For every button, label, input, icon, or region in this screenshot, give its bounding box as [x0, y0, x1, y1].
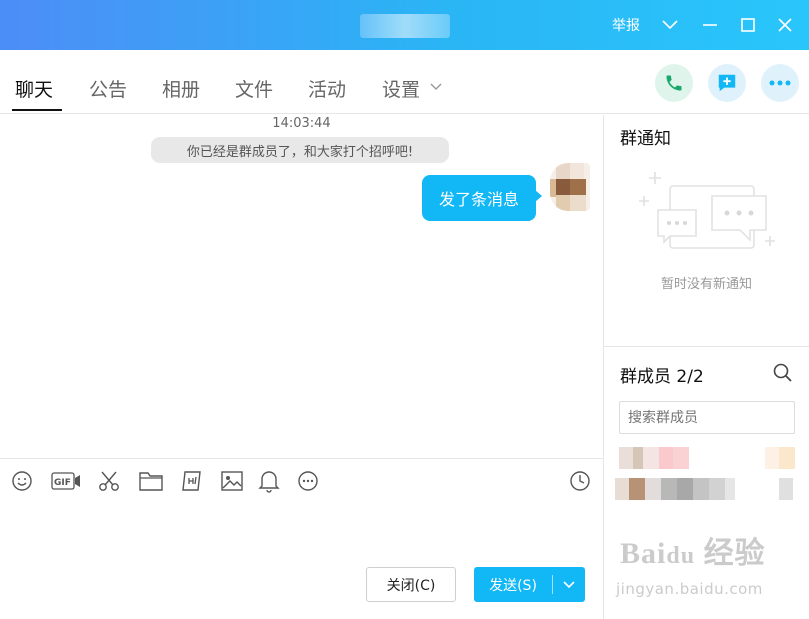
tab-activities[interactable]: 活动 — [308, 75, 346, 102]
call-button[interactable] — [655, 64, 693, 102]
tab-announcement[interactable]: 公告 — [89, 75, 127, 102]
member-search-input[interactable] — [619, 401, 795, 434]
message-bubble[interactable]: 发了条消息 — [422, 175, 536, 221]
pixel — [659, 447, 673, 469]
pixel — [673, 447, 689, 469]
pixel — [779, 447, 795, 469]
image-icon[interactable] — [218, 467, 246, 495]
sidebar-section-divider — [604, 346, 809, 347]
tab-chat[interactable]: 聊天 — [15, 75, 53, 102]
bubble-tail — [535, 190, 542, 202]
settings-chevron-icon[interactable] — [430, 83, 442, 91]
pixel — [615, 478, 629, 500]
tab-settings[interactable]: 设置 — [382, 75, 420, 102]
pixel — [765, 447, 779, 469]
avatar[interactable] — [550, 163, 590, 211]
svg-text:GIF: GIF — [54, 478, 71, 488]
members-title: 群成员 2/2 — [620, 367, 704, 387]
send-button-label[interactable]: 发送(S) — [474, 567, 552, 602]
pixel — [633, 447, 643, 469]
send-button[interactable]: 发送(S) — [474, 567, 585, 602]
folder-icon[interactable] — [137, 467, 165, 495]
maximize-icon[interactable] — [735, 12, 761, 38]
phone-icon — [666, 75, 682, 91]
pixel — [725, 478, 735, 500]
close-icon[interactable] — [772, 12, 798, 38]
close-button[interactable]: 关闭(C) — [366, 567, 456, 602]
empty-notice-illustration-icon — [636, 170, 781, 260]
sticker-icon[interactable] — [178, 467, 206, 495]
ellipsis-icon — [769, 80, 791, 86]
member-row[interactable] — [615, 478, 800, 500]
system-message: 你已经是群成员了，和大家打个招呼吧! — [151, 137, 449, 163]
chevron-down-icon[interactable] — [657, 12, 683, 38]
baidu-watermark-logo: Baidu 经验 jingyan.baidu.com — [616, 537, 766, 598]
bell-icon[interactable] — [255, 467, 283, 495]
pixel — [779, 478, 793, 500]
pixel — [693, 478, 709, 500]
pixel — [645, 478, 661, 500]
tab-files[interactable]: 文件 — [235, 75, 273, 102]
minimize-icon[interactable] — [697, 12, 723, 38]
member-avatar-blurred — [629, 478, 645, 500]
input-divider — [0, 458, 603, 459]
pixel — [643, 447, 659, 469]
pixel — [661, 478, 677, 500]
more-icon[interactable] — [294, 467, 322, 495]
emoji-icon[interactable] — [8, 467, 36, 495]
title-bar: 举报 — [0, 0, 809, 50]
message-plus-icon — [718, 74, 736, 92]
history-icon[interactable] — [566, 467, 594, 495]
tab-bar: 聊天 公告 相册 文件 活动 设置 — [0, 50, 809, 114]
notice-empty-text: 暂时没有新通知 — [660, 277, 752, 292]
member-row[interactable] — [615, 447, 800, 469]
gif-icon[interactable]: GIF — [50, 467, 82, 495]
more-options-button[interactable] — [761, 64, 799, 102]
pixel — [709, 478, 725, 500]
search-icon[interactable] — [772, 362, 794, 384]
notice-title: 群通知 — [620, 129, 671, 149]
sidebar-divider — [603, 115, 604, 619]
active-tab-indicator — [12, 109, 62, 111]
pixel — [677, 478, 693, 500]
tab-album[interactable]: 相册 — [162, 75, 200, 102]
chat-area: 14:03:44 你已经是群成员了，和大家打个招呼吧! 发了条消息 — [0, 115, 603, 458]
send-options-chevron-icon[interactable] — [553, 567, 585, 602]
group-name-blurred — [360, 14, 450, 38]
report-button[interactable]: 举报 — [612, 15, 640, 35]
scissors-icon[interactable] — [95, 467, 123, 495]
member-avatar-blurred — [619, 447, 633, 469]
message-timestamp: 14:03:44 — [272, 116, 331, 131]
add-notice-button[interactable] — [708, 64, 746, 102]
